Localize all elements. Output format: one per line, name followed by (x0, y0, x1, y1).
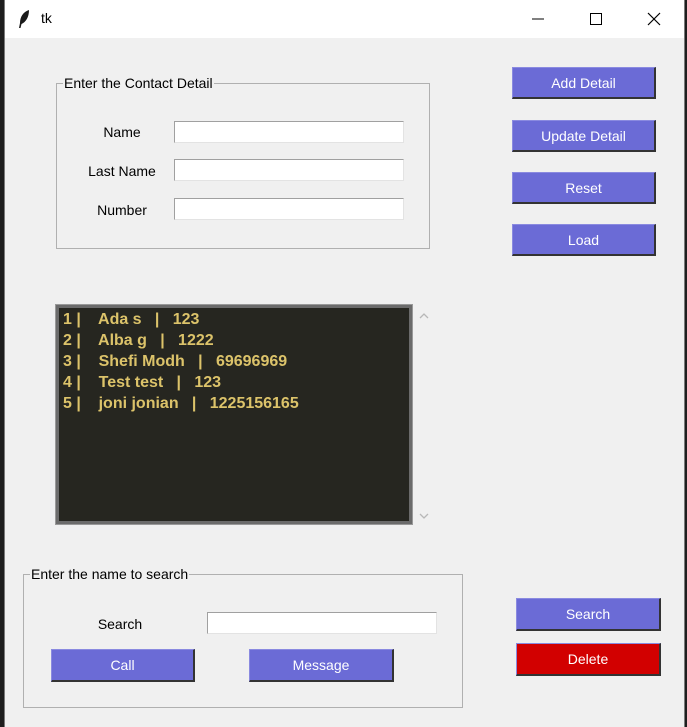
minimize-icon (532, 18, 544, 20)
contacts-listbox[interactable]: 1 | Ada s | 123 2 | Alba g | 1222 3 | Sh… (55, 304, 413, 525)
scroll-down-icon[interactable] (418, 511, 430, 521)
window-title: tk (41, 10, 52, 26)
close-button[interactable] (625, 0, 683, 38)
search-button[interactable]: Search (516, 598, 661, 631)
title-bar: tk (5, 0, 684, 38)
list-item[interactable]: 5 | joni jonian | 1225156165 (63, 395, 299, 416)
list-item[interactable]: 3 | Shefi Modh | 69696969 (63, 353, 287, 374)
list-item[interactable]: 4 | Test test | 123 (63, 374, 221, 395)
contact-detail-legend: Enter the Contact Detail (64, 75, 213, 91)
number-label: Number (97, 202, 147, 218)
last-name-label: Last Name (88, 163, 156, 179)
search-input[interactable] (207, 612, 437, 634)
minimize-button[interactable] (509, 0, 567, 38)
search-legend: Enter the name to search (31, 566, 189, 582)
app-window: tk Enter the Contact Detail Name Last Na… (4, 0, 685, 727)
search-group: Enter the name to search (23, 566, 463, 708)
name-input[interactable] (174, 121, 404, 143)
message-button[interactable]: Message (249, 649, 394, 682)
close-icon (647, 12, 661, 26)
name-label: Name (103, 124, 141, 140)
reset-button[interactable]: Reset (512, 172, 656, 204)
scroll-up-icon[interactable] (418, 311, 430, 321)
search-label: Search (97, 616, 143, 632)
feather-icon (19, 10, 29, 28)
maximize-button[interactable] (567, 0, 625, 38)
maximize-icon (590, 13, 602, 25)
list-item[interactable]: 1 | Ada s | 123 (63, 311, 199, 332)
delete-button[interactable]: Delete (516, 643, 661, 676)
update-detail-button[interactable]: Update Detail (512, 120, 656, 152)
add-detail-button[interactable]: Add Detail (512, 67, 656, 99)
last-name-input[interactable] (174, 159, 404, 181)
load-button[interactable]: Load (512, 224, 656, 256)
number-input[interactable] (174, 198, 404, 220)
call-button[interactable]: Call (51, 649, 195, 682)
list-item[interactable]: 2 | Alba g | 1222 (63, 332, 214, 353)
